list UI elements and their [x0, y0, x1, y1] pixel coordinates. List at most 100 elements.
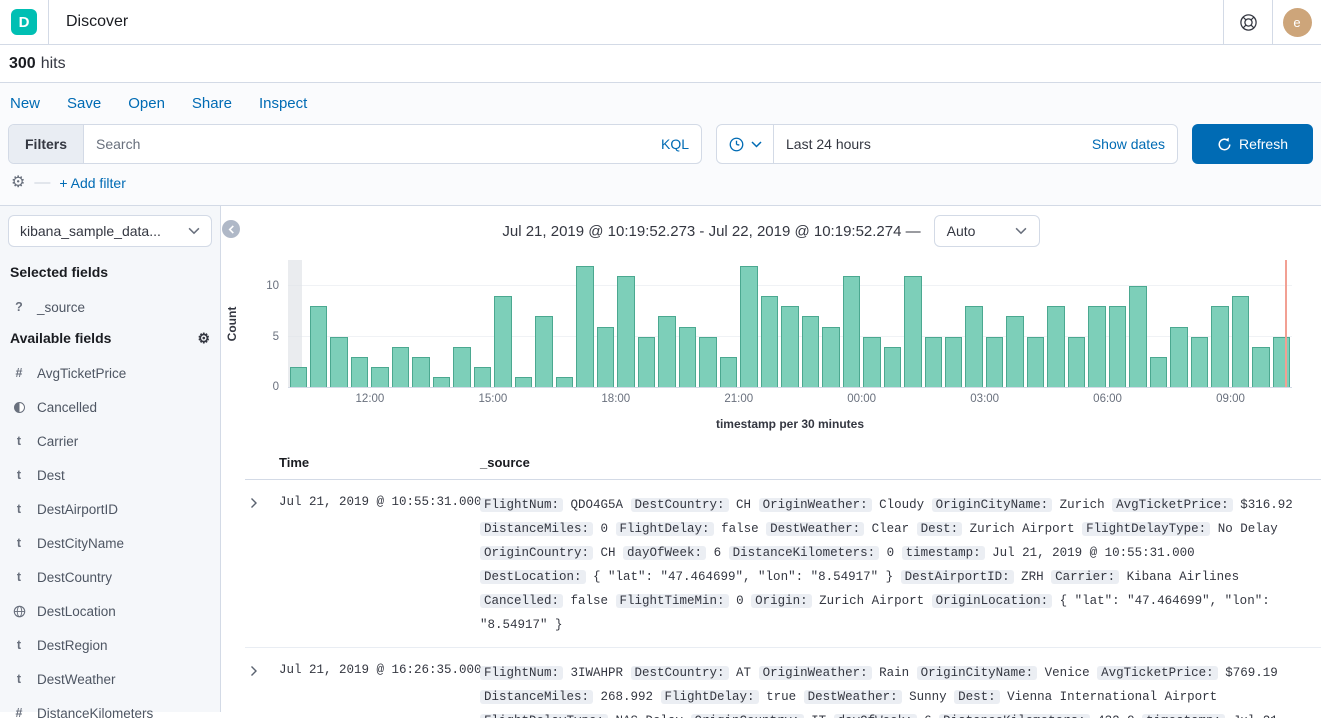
field-item-Dest[interactable]: tDest	[8, 458, 212, 492]
histogram-bar[interactable]	[822, 327, 839, 387]
histogram-bar[interactable]	[1088, 306, 1105, 387]
expand-row-button[interactable]	[245, 493, 265, 513]
histogram-bar[interactable]	[597, 327, 614, 387]
search-input[interactable]	[84, 125, 649, 163]
histogram-bar[interactable]	[617, 276, 634, 387]
histogram-bar[interactable]	[474, 367, 491, 387]
interval-select[interactable]: Auto	[934, 215, 1040, 247]
histogram-bar[interactable]	[699, 337, 716, 387]
field-item-DestLocation[interactable]: DestLocation	[8, 594, 212, 628]
sidebar-collapse-button[interactable]	[222, 220, 240, 238]
histogram-bar[interactable]	[310, 306, 327, 387]
user-avatar[interactable]: e	[1283, 8, 1312, 37]
quick-select-button[interactable]	[717, 125, 774, 163]
histogram-bar[interactable]	[351, 357, 368, 387]
menu-item-share[interactable]: Share	[192, 95, 232, 112]
field-item-AvgTicketPrice[interactable]: #AvgTicketPrice	[8, 356, 212, 390]
histogram-bar[interactable]	[1211, 306, 1228, 387]
histogram-bar[interactable]	[986, 337, 1003, 387]
histogram-bar[interactable]	[1027, 337, 1044, 387]
menu-item-open[interactable]: Open	[128, 95, 165, 112]
histogram-bar[interactable]	[433, 377, 450, 387]
source-field-key: Carrier:	[1051, 570, 1119, 584]
field-label: DestCityName	[37, 536, 124, 551]
histogram-bar[interactable]	[904, 276, 921, 387]
histogram-bar[interactable]	[802, 316, 819, 387]
histogram-bar[interactable]	[884, 347, 901, 387]
text-icon: t	[12, 434, 26, 448]
field-settings-gear-icon[interactable]: ⚙	[197, 331, 210, 345]
histogram-bar[interactable]	[290, 367, 307, 387]
histogram-bar[interactable]	[1129, 286, 1146, 387]
table-header-row: Time _source	[245, 455, 1321, 480]
histogram-bar[interactable]	[863, 337, 880, 387]
histogram-bar[interactable]	[1047, 306, 1064, 387]
user-menu-button[interactable]: e	[1273, 0, 1321, 44]
refresh-button[interactable]: Refresh	[1192, 124, 1313, 164]
source-field-key: OriginCountry:	[480, 546, 593, 560]
histogram-plot-area[interactable]: Count 051012:0015:0018:0021:0000:0003:00…	[288, 260, 1292, 388]
time-picker: Last 24 hours Show dates	[716, 124, 1178, 164]
field-item-_source[interactable]: ?_source	[8, 290, 212, 324]
field-item-Cancelled[interactable]: Cancelled	[8, 390, 212, 424]
menu-item-save[interactable]: Save	[67, 95, 101, 112]
field-item-DestAirportID[interactable]: tDestAirportID	[8, 492, 212, 526]
time-range-value[interactable]: Last 24 hours	[774, 125, 1080, 163]
filter-row: ⚙ — + Add filter	[0, 170, 1321, 205]
histogram-bar[interactable]	[740, 266, 757, 387]
histogram-bar[interactable]	[1170, 327, 1187, 387]
histogram-bar[interactable]	[925, 337, 942, 387]
histogram-bar[interactable]	[1252, 347, 1269, 387]
filters-button[interactable]: Filters	[9, 125, 84, 163]
kibana-logo-wrap[interactable]: D	[0, 0, 49, 44]
histogram-bar[interactable]	[1150, 357, 1167, 387]
histogram-bar[interactable]	[965, 306, 982, 387]
field-item-DestCityName[interactable]: tDestCityName	[8, 526, 212, 560]
menu-item-inspect[interactable]: Inspect	[259, 95, 307, 112]
histogram-bar[interactable]	[556, 377, 573, 387]
filter-row-dash: —	[34, 174, 50, 192]
field-item-DistanceKilometers[interactable]: #DistanceKilometers	[8, 696, 212, 718]
field-item-DestWeather[interactable]: tDestWeather	[8, 662, 212, 696]
histogram-bar[interactable]	[781, 306, 798, 387]
histogram-bar[interactable]	[658, 316, 675, 387]
menu-item-new[interactable]: New	[10, 95, 40, 112]
histogram-bar[interactable]	[1191, 337, 1208, 387]
field-item-DestCountry[interactable]: tDestCountry	[8, 560, 212, 594]
add-filter-link[interactable]: + Add filter	[59, 175, 126, 191]
histogram-bar[interactable]	[453, 347, 470, 387]
histogram-bar[interactable]	[412, 357, 429, 387]
histogram-bar[interactable]	[843, 276, 860, 387]
histogram-bar[interactable]	[638, 337, 655, 387]
field-item-DestRegion[interactable]: tDestRegion	[8, 628, 212, 662]
histogram-bar[interactable]	[515, 377, 532, 387]
index-pattern-select[interactable]: kibana_sample_data...	[8, 215, 212, 247]
filter-options-gear-icon[interactable]: ⚙	[11, 175, 25, 191]
histogram-bar[interactable]	[371, 367, 388, 387]
histogram-bar[interactable]	[330, 337, 347, 387]
histogram-bar[interactable]	[392, 347, 409, 387]
source-field-key: OriginCountry:	[691, 714, 804, 718]
histogram-bar[interactable]	[535, 316, 552, 387]
histogram-bar[interactable]	[1068, 337, 1085, 387]
histogram-bar[interactable]	[761, 296, 778, 387]
histogram-bar[interactable]	[1109, 306, 1126, 387]
histogram-bar[interactable]	[494, 296, 511, 387]
histogram-bar[interactable]	[679, 327, 696, 387]
source-field-key: FlightDelay:	[616, 522, 714, 536]
expand-row-button[interactable]	[245, 661, 265, 681]
kql-toggle[interactable]: KQL	[649, 125, 701, 163]
histogram-bar[interactable]	[1232, 296, 1249, 387]
help-menu-button[interactable]	[1224, 0, 1272, 44]
show-dates-button[interactable]: Show dates	[1080, 125, 1177, 163]
histogram-bar[interactable]	[720, 357, 737, 387]
source-field-key: DistanceKilometers:	[729, 546, 880, 560]
histogram-bar[interactable]	[1273, 337, 1290, 387]
kibana-logo-icon[interactable]: D	[11, 9, 37, 35]
histogram-bar[interactable]	[945, 337, 962, 387]
field-item-Carrier[interactable]: tCarrier	[8, 424, 212, 458]
histogram-bar[interactable]	[1006, 316, 1023, 387]
chevron-left-icon	[227, 225, 236, 234]
histogram-bar[interactable]	[576, 266, 593, 387]
refresh-icon	[1217, 137, 1232, 152]
